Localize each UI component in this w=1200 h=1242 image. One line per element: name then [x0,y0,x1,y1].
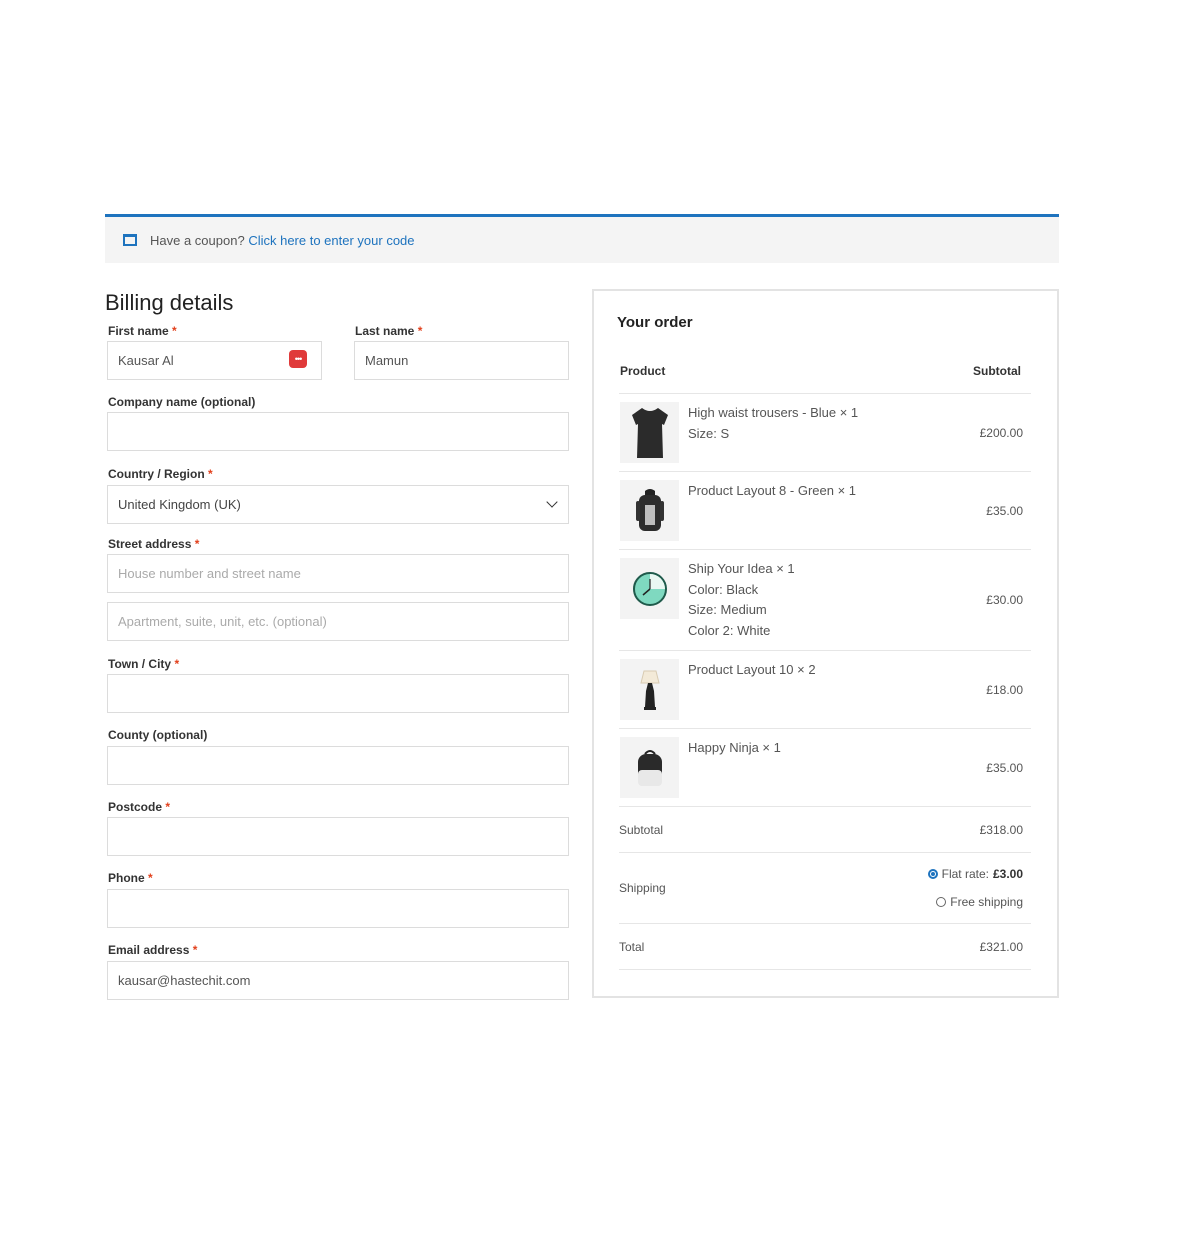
order-title: Your order [617,314,693,331]
required-mark: * [174,657,180,671]
town-label: Town / City * [108,657,179,671]
order-item: Product Layout 8 - Green × 1 [688,481,856,502]
item-price: £35.00 [986,504,1023,518]
item-name: Product Layout 8 - Green × 1 [688,483,857,498]
required-mark: * [192,943,198,957]
item-meta: Size: Medium [688,602,767,617]
postcode-input[interactable] [107,817,569,856]
town-input[interactable] [107,674,569,713]
radio-selected-icon[interactable] [927,869,938,879]
county-label: County (optional) [108,728,208,742]
item-name: Product Layout 10 × 2 [688,662,816,677]
item-name: High waist trousers - Blue × 1 [688,405,859,420]
country-label-text: Country / Region [108,467,205,481]
divider [619,923,1031,924]
item-meta: Color 2: White [688,622,771,638]
postcode-label: Postcode * [108,800,170,814]
phone-label: Phone * [108,871,153,885]
country-select[interactable]: United Kingdom (UK) [107,485,569,524]
phone-input[interactable] [107,889,569,928]
product-thumbnail[interactable] [620,659,679,720]
item-price: £30.00 [986,593,1023,607]
coupon-text-wrap: Have a coupon? Click here to enter your … [150,233,415,248]
bag-icon [637,749,662,786]
item-name: Ship Your Idea × 1 [688,561,795,576]
last-name-input[interactable] [354,341,569,380]
subtotal-label: Subtotal [619,823,664,837]
last-name-label: Last name * [355,324,422,338]
shipping-option-free[interactable]: Free shipping [936,895,1023,909]
divider [619,852,1031,853]
divider [619,969,1031,970]
lamp-icon [639,670,660,710]
divider [619,650,1031,651]
email-input[interactable] [107,961,569,1000]
item-meta: Color: Black [688,581,759,597]
product-thumbnail[interactable] [620,402,679,463]
country-label: Country / Region * [108,467,213,481]
town-label-text: Town / City [108,657,172,671]
shipping-label: Shipping [619,881,666,895]
subtotal-column-header: Subtotal [973,364,1021,378]
county-input[interactable] [107,746,569,785]
required-mark: * [194,537,200,551]
coupon-notice: Have a coupon? Click here to enter your … [105,214,1059,263]
clock-icon [632,571,667,606]
total-value: £321.00 [979,940,1023,954]
street-address-2-input[interactable] [107,602,569,641]
subtotal-value: £318.00 [979,823,1023,837]
order-item: Product Layout 10 × 2 [688,660,816,681]
shipping-option-amount: £3.00 [992,867,1023,881]
order-item: High waist trousers - Blue × 1 Size: S [688,403,858,444]
required-mark: * [165,800,171,814]
item-price: £18.00 [986,683,1023,697]
product-thumbnail[interactable] [620,480,679,541]
required-mark: * [208,467,213,481]
backpack-icon [635,488,664,531]
shipping-option-label: Free shipping [950,895,1023,909]
first-name-label: First name * [108,324,177,338]
divider [619,549,1031,550]
shipping-option-label: Flat rate: [941,867,989,881]
email-label-text: Email address [108,943,190,957]
product-thumbnail[interactable] [620,558,679,619]
coupon-text: Have a coupon? [150,232,245,248]
item-price: £35.00 [986,761,1023,775]
street-label: Street address * [108,537,199,551]
divider [619,471,1031,472]
order-item: Happy Ninja × 1 [688,738,781,759]
company-input[interactable] [107,412,569,451]
radio-unselected-icon[interactable] [936,897,947,907]
product-column-header: Product [620,364,666,378]
first-name-label-text: First name [108,324,169,338]
last-name-label-text: Last name [355,324,415,338]
divider [619,728,1031,729]
street-label-text: Street address [108,537,192,551]
item-name: Happy Ninja × 1 [688,740,781,755]
item-meta: Size: S [688,425,730,441]
phone-label-text: Phone [108,871,145,885]
required-mark: * [172,324,177,338]
company-label: Company name (optional) [108,395,256,409]
shipping-option-flat-rate[interactable]: Flat rate: £3.00 [927,867,1023,881]
tshirt-icon [631,407,668,458]
item-price: £200.00 [979,426,1023,440]
street-address-input[interactable] [107,554,569,593]
divider [619,806,1031,807]
divider [619,393,1031,394]
country-selected-value: United Kingdom (UK) [118,497,241,512]
password-manager-icon[interactable]: ••• [289,350,307,368]
email-label: Email address * [108,943,197,957]
window-icon [123,234,137,246]
coupon-link[interactable]: Click here to enter your code [248,233,414,248]
required-mark: * [148,871,153,885]
order-item: Ship Your Idea × 1 Color: Black Size: Me… [688,559,795,641]
total-label: Total [619,940,645,954]
chevron-down-icon [546,496,558,508]
required-mark: * [417,324,423,338]
billing-title: Billing details [105,290,234,315]
postcode-label-text: Postcode [108,800,163,814]
product-thumbnail[interactable] [620,737,679,798]
